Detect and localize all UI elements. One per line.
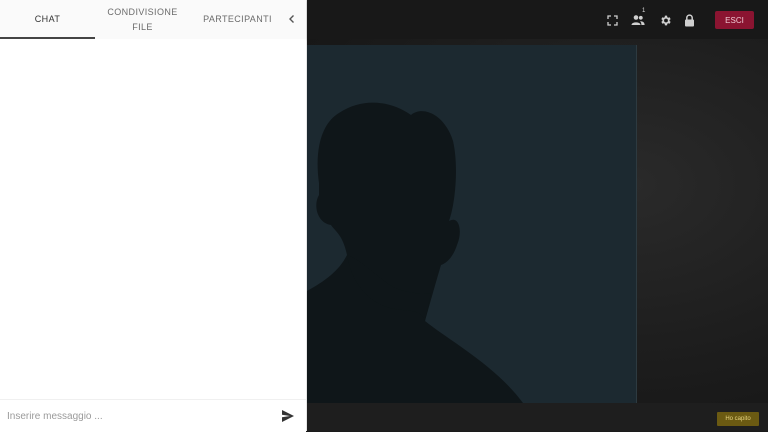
- tab-file-sharing-label-line1: CONDIVISIONE: [107, 6, 178, 17]
- tab-chat[interactable]: CHAT: [0, 0, 95, 39]
- leave-button-label: ESCI: [725, 15, 744, 25]
- collapse-panel-button[interactable]: [284, 11, 300, 27]
- settings-icon: [660, 15, 671, 25]
- settings-button[interactable]: [657, 12, 673, 28]
- lock-icon: [684, 13, 694, 26]
- participants-button[interactable]: [630, 12, 646, 28]
- send-icon: [282, 410, 294, 422]
- tab-participants[interactable]: PARTECIPANTI: [190, 0, 285, 39]
- meeting-toolbar: [307, 0, 768, 39]
- chat-messages-area[interactable]: [0, 39, 306, 399]
- got-it-button[interactable]: Ho capito: [717, 412, 759, 426]
- tab-file-sharing-label: CONDIVISIONE FILE: [107, 5, 177, 35]
- chat-composer: [0, 399, 306, 432]
- participants-count-badge: 1: [642, 8, 646, 14]
- sidebar-tabs: CHAT CONDIVISIONE FILE PARTECIPANTI: [0, 0, 306, 39]
- leave-button[interactable]: ESCI: [715, 11, 754, 29]
- tab-file-sharing-label-line2: FILE: [132, 21, 153, 32]
- lock-button[interactable]: [681, 12, 697, 28]
- avatar-silhouette: [307, 102, 523, 403]
- tab-participants-label: PARTECIPANTI: [203, 14, 272, 24]
- tab-chat-label: CHAT: [34, 14, 61, 24]
- chat-panel: CHAT CONDIVISIONE FILE PARTECIPANTI: [0, 0, 307, 432]
- message-input[interactable]: [7, 408, 267, 424]
- fullscreen-button[interactable]: [604, 12, 620, 28]
- bottom-bar: [307, 403, 768, 431]
- tab-file-sharing[interactable]: CONDIVISIONE FILE: [95, 0, 190, 39]
- participants-icon: [631, 15, 645, 25]
- video-divider: [636, 45, 637, 403]
- got-it-label: Ho capito: [725, 416, 751, 422]
- chevron-left-icon: [289, 15, 294, 23]
- fullscreen-icon: [606, 14, 618, 26]
- video-tile[interactable]: [307, 45, 637, 403]
- send-button[interactable]: [280, 408, 296, 424]
